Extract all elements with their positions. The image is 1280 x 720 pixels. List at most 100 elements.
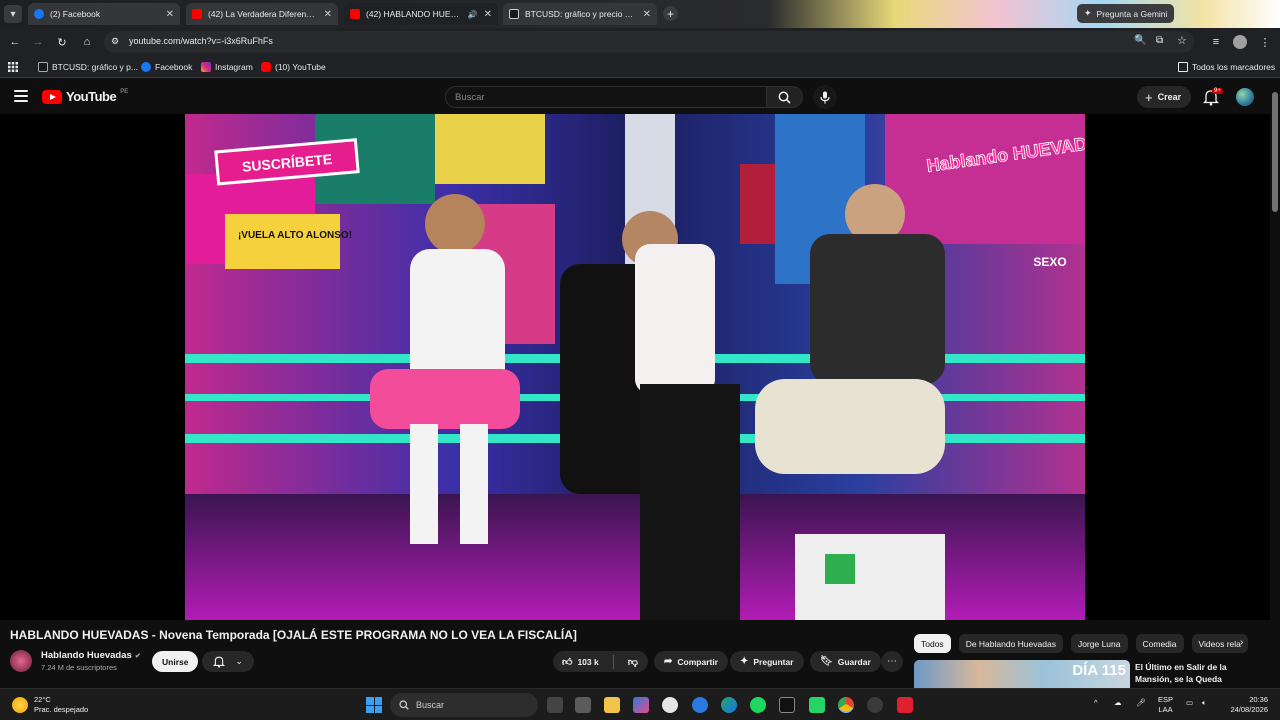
browser-tab-strip: ▾ (2) Facebook ✕ (42) La Verdadera Difer… — [0, 0, 1280, 28]
account-avatar[interactable] — [1236, 88, 1254, 106]
tab-youtube-1[interactable]: (42) La Verdadera Diferencia En ✕ — [186, 3, 338, 25]
chip-jorge-luna[interactable]: Jorge Luna — [1070, 634, 1128, 653]
video-player[interactable]: SUSCRÍBETE ¡VUELA ALTO ALONSO! Hablando … — [0, 114, 1270, 620]
spotify-icon[interactable] — [750, 697, 766, 713]
gemini-button[interactable]: ✦ Pregunta a Gemini — [1077, 4, 1175, 23]
bookmark-tradingview[interactable]: BTCUSD: gráfico y p... — [38, 60, 138, 74]
tab-facebook[interactable]: (2) Facebook ✕ — [28, 3, 180, 25]
channel-name[interactable]: Hablando Huevadas ✔ — [41, 650, 141, 661]
bookmarks-bar: BTCUSD: gráfico y p... Facebook Instagra… — [0, 56, 1280, 78]
bookmark-facebook[interactable]: Facebook — [141, 60, 192, 74]
bookmark-icon: 🔖︎ — [820, 656, 833, 667]
chrome-icon[interactable] — [838, 697, 854, 713]
bookmark-label: Instagram — [215, 62, 253, 72]
back-icon[interactable]: ← — [7, 34, 23, 50]
language-indicator[interactable]: ESP LAA — [1158, 695, 1173, 715]
channel-name-text[interactable]: Hablando Huevadas — [41, 650, 132, 661]
bookmark-label: Facebook — [155, 62, 193, 72]
close-icon[interactable]: ✕ — [643, 9, 651, 20]
page-scrollbar[interactable] — [1270, 80, 1280, 688]
apps-grid-icon[interactable] — [8, 60, 18, 74]
channel-avatar[interactable] — [10, 650, 32, 672]
chip-comedy[interactable]: Comedia — [1135, 634, 1184, 653]
windows-start-icon[interactable] — [366, 697, 382, 713]
volume-icon[interactable]: 🔈︎ — [1202, 698, 1207, 708]
join-button[interactable]: Unirse — [152, 651, 199, 672]
task-view-icon[interactable] — [547, 697, 563, 713]
chip-channel[interactable]: De Hablando Huevadas — [958, 634, 1063, 653]
apple-tv-icon[interactable] — [779, 697, 795, 713]
tab-search-icon[interactable]: ▾ — [4, 5, 22, 23]
region-code: PE — [120, 88, 129, 95]
app-red-icon[interactable] — [897, 697, 913, 713]
display-icon[interactable]: ▭ — [1186, 698, 1193, 708]
subscription-notifications-button[interactable]: ⌄ — [202, 651, 254, 672]
reload-icon[interactable]: ↻ — [54, 34, 70, 50]
thumbnail-text: DÍA 115 — [1072, 662, 1126, 679]
media-controls-icon[interactable]: ≡ — [1208, 34, 1224, 50]
tab-label: (2) Facebook — [50, 9, 101, 19]
save-button[interactable]: 🔖︎ Guardar — [810, 651, 881, 672]
weather-widget[interactable]: 22°C Prac. despejado — [12, 695, 88, 715]
taskbar-search[interactable]: Buscar — [390, 693, 538, 717]
tradingview-icon — [509, 9, 519, 19]
forward-icon[interactable]: → — [30, 34, 46, 50]
clock-date: 24/08/2026 — [1230, 705, 1268, 714]
chevron-right-icon[interactable]: › — [1240, 637, 1243, 648]
ask-button[interactable]: ✦ Preguntar — [730, 651, 804, 672]
search-field[interactable] — [445, 86, 767, 108]
bookmark-star-icon[interactable]: ☆ — [1177, 34, 1187, 47]
speaker-icon[interactable]: 🔊 — [468, 10, 478, 19]
home-icon[interactable]: ⌂ — [79, 34, 95, 50]
chatgpt-icon[interactable] — [662, 697, 678, 713]
tab-tradingview[interactable]: BTCUSD: gráfico y precio del Bi ✕ — [503, 3, 657, 25]
chip-all[interactable]: Todos — [914, 634, 951, 653]
address-bar[interactable]: ⚙ youtube.com/watch?v=-i3x6RuFhFs 🔍 ⧉ ☆ — [104, 31, 1194, 53]
folder-icon — [1178, 62, 1188, 72]
search-input[interactable] — [446, 87, 766, 108]
edge-dev-icon[interactable] — [692, 697, 708, 713]
profile-avatar[interactable] — [1232, 34, 1248, 50]
network-icon[interactable]: ☁ — [1114, 698, 1122, 708]
like-button[interactable]: 👍︎ 103 k — [553, 651, 608, 672]
close-icon[interactable]: ✕ — [166, 9, 174, 20]
video-frame[interactable]: SUSCRÍBETE ¡VUELA ALTO ALONSO! Hablando … — [185, 114, 1085, 620]
tab-label: (42) HABLANDO HUEVADA — [366, 9, 464, 19]
recommended-video-title[interactable]: El Último en Salir de la Mansión, se la … — [1135, 661, 1265, 685]
hamburger-menu-icon[interactable] — [14, 90, 28, 102]
file-explorer-icon[interactable] — [604, 697, 620, 713]
microphone-tray-icon[interactable]: 🎤︎ — [1136, 698, 1146, 708]
tray-overflow-icon[interactable]: ^ — [1094, 698, 1098, 708]
bookmark-youtube[interactable]: (10) YouTube — [261, 60, 326, 74]
new-tab-button[interactable]: + — [663, 6, 678, 21]
close-icon[interactable]: ✕ — [484, 9, 492, 20]
scrollbar-thumb[interactable] — [1272, 92, 1278, 212]
clock[interactable]: 20:36 24/08/2026 — [1224, 695, 1268, 715]
create-button[interactable]: + Crear — [1137, 86, 1192, 108]
store-icon[interactable] — [575, 697, 591, 713]
settings-icon[interactable] — [867, 697, 883, 713]
tab-youtube-active[interactable]: (42) HABLANDO HUEVADA 🔊 ✕ — [344, 3, 498, 25]
more-actions-button[interactable]: ⋯ — [881, 651, 903, 672]
all-bookmarks-label: Todos los marcadores — [1192, 62, 1276, 72]
chrome-menu-icon[interactable]: ⋮ — [1257, 34, 1273, 50]
share-button[interactable]: ➦ Compartir — [654, 651, 729, 672]
close-icon[interactable]: ✕ — [324, 9, 332, 20]
youtube-icon — [192, 9, 202, 19]
whatsapp-icon[interactable] — [809, 697, 825, 713]
site-info-icon[interactable]: ⚙ — [111, 36, 119, 47]
copilot-icon[interactable] — [633, 697, 649, 713]
url-text[interactable]: youtube.com/watch?v=-i3x6RuFhFs — [129, 36, 273, 46]
zoom-icon[interactable]: 🔍 — [1134, 35, 1146, 46]
bookmark-instagram[interactable]: Instagram — [201, 60, 253, 74]
voice-search-button[interactable] — [813, 85, 837, 109]
recommended-video-thumbnail[interactable]: DÍA 115 — [914, 660, 1130, 688]
cast-icon[interactable]: ⧉ — [1156, 35, 1163, 46]
youtube-logo[interactable]: YouTube PE — [42, 89, 128, 104]
verified-icon: ✔ — [134, 653, 141, 660]
search-button[interactable] — [767, 86, 803, 108]
edge-icon[interactable] — [721, 697, 737, 713]
sun-icon — [12, 697, 28, 713]
dislike-button[interactable]: 👎︎ — [619, 651, 647, 672]
all-bookmarks[interactable]: Todos los marcadores — [1178, 60, 1275, 74]
